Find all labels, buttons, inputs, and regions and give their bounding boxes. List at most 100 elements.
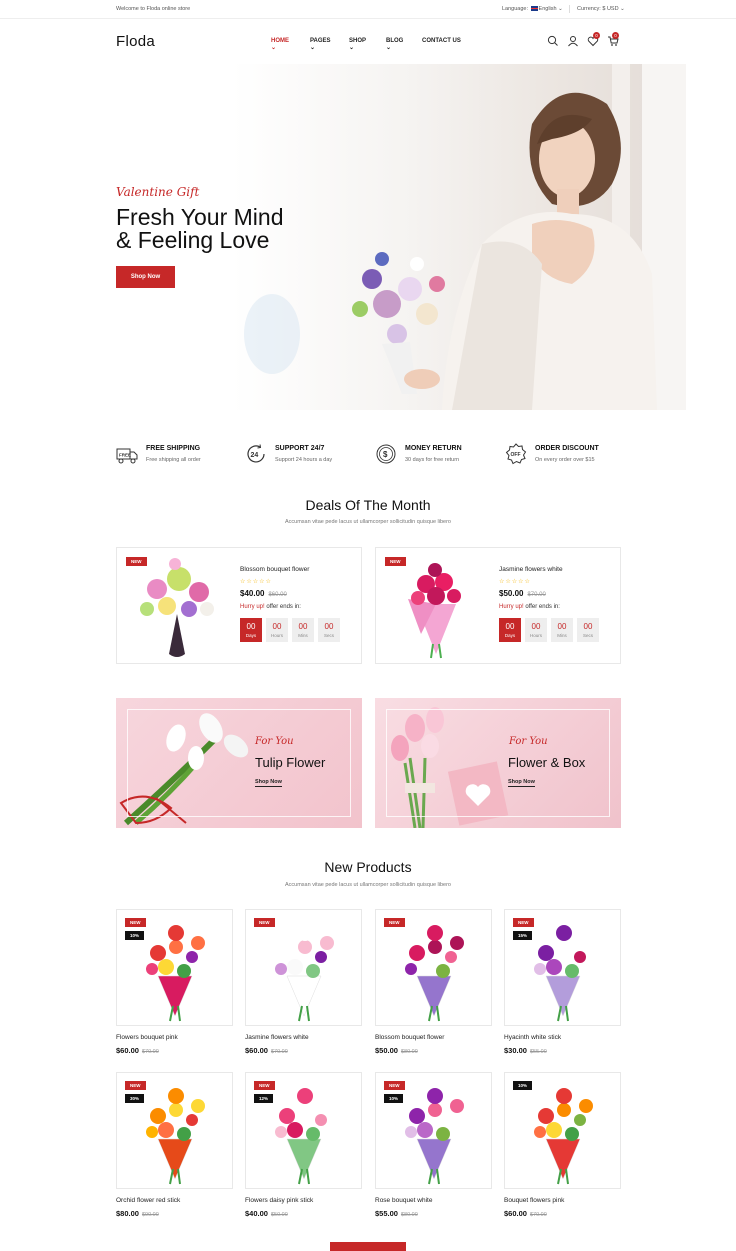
product-price: $60.00 $70.00: [245, 1046, 288, 1055]
svg-text:OFF: OFF: [511, 452, 521, 458]
timer-secs: 00 Secs: [318, 618, 340, 642]
product-name[interactable]: Hyacinth white stick: [504, 1034, 561, 1041]
new-products-subtitle: Accumsan vitae pede lacus ut ullamcorper…: [284, 882, 451, 888]
price-old: $50.00: [270, 1212, 288, 1218]
features-strip: FREE FREE SHIPPING Free shipping all ord…: [0, 440, 736, 470]
deal-card[interactable]: NEW Jasmine flowers white ☆☆☆☆☆ $50.00 $7…: [375, 547, 621, 664]
banner-kicker: For You: [255, 736, 294, 747]
product-name[interactable]: Orchid flower red stick: [116, 1197, 180, 1204]
timer-label: Days: [245, 633, 257, 638]
product-name[interactable]: Flowers daisy pink stick: [245, 1197, 313, 1204]
rating-stars: ☆☆☆☆☆: [240, 579, 272, 585]
nav-shop[interactable]: SHOP ⌄: [349, 38, 366, 51]
deal-product-name[interactable]: Blossom bouquet flower: [240, 566, 309, 573]
price-current: $40.00: [245, 1209, 268, 1218]
nav-home[interactable]: HOME ⌄: [271, 38, 289, 51]
language-label: Language:: [502, 6, 528, 12]
deals-title: Deals Of The Month: [305, 497, 431, 513]
new-badge: NEW: [384, 918, 405, 927]
deals-subtitle: Accumsan vitae pede lacus ut ullamcorper…: [284, 519, 451, 525]
banner-title: Flower & Box: [508, 755, 586, 770]
timer-value: 00: [272, 622, 282, 631]
top-bar: Welcome to Floda online store Language: …: [0, 0, 736, 19]
cart-count-badge: 0: [612, 32, 619, 39]
new-badge: NEW: [513, 918, 534, 927]
nav-pages[interactable]: PAGES ⌄: [310, 38, 331, 51]
discount-badge: 12%: [254, 1094, 274, 1103]
price-old: $60.00: [268, 592, 287, 598]
search-icon[interactable]: [547, 35, 559, 47]
product-image: [146, 925, 205, 1022]
product-image: [408, 563, 461, 659]
uk-flag-icon: [530, 6, 538, 11]
product-image: [275, 1088, 334, 1185]
product-name[interactable]: Bouquet flowers pink: [504, 1197, 564, 1204]
price-current: $55.00: [375, 1209, 398, 1218]
timer-secs: 00 Secs: [577, 618, 599, 642]
timer-value: 00: [298, 622, 308, 631]
discount-badge: 10%: [513, 1081, 533, 1090]
banner-shop-now-link[interactable]: Shop Now: [508, 779, 535, 787]
svg-text:FREE: FREE: [119, 453, 131, 458]
product-price: $50.00 $80.00: [375, 1046, 418, 1055]
price-old: $80.00: [400, 1212, 418, 1218]
product-price: $55.00 $80.00: [375, 1209, 418, 1218]
currency-label: Currency:: [577, 6, 601, 12]
price-current: $60.00: [116, 1046, 139, 1055]
deal-card[interactable]: NEW Blossom bouquet flower ☆☆☆☆☆ $40.00 $…: [116, 547, 362, 664]
product-name[interactable]: Rose bouquet white: [375, 1197, 432, 1204]
language-selector[interactable]: Language: English ⌄: [502, 6, 563, 12]
hurry-label: Hurry up!: [240, 604, 265, 610]
svg-text:24: 24: [251, 452, 259, 459]
price-current: $40.00: [240, 589, 265, 598]
feature-desc: Support 24 hours a day: [275, 457, 333, 463]
product-image: [140, 558, 214, 657]
language-value: English: [538, 6, 557, 12]
price-old: $70.00: [141, 1049, 159, 1055]
product-name[interactable]: Flowers bouquet pink: [116, 1034, 178, 1041]
deal-product-name[interactable]: Jasmine flowers white: [499, 566, 563, 573]
timer-mins: 00 Mins: [292, 618, 314, 642]
banner-flower-box[interactable]: For You Flower & Box Shop Now: [375, 698, 621, 828]
hero-shop-now-button[interactable]: Shop Now: [116, 266, 175, 288]
nav-blog[interactable]: BLOG ⌄: [386, 38, 403, 51]
timer-value: 00: [246, 622, 256, 631]
topbar-divider: [569, 5, 570, 13]
product-image: [534, 925, 593, 1022]
nav-contact[interactable]: CONTACT US: [422, 38, 461, 44]
product-image: [405, 925, 464, 1022]
load-more-button[interactable]: [330, 1242, 406, 1251]
chevron-down-icon: ⌄: [310, 45, 316, 51]
chevron-down-icon: ⌄: [271, 45, 277, 51]
main-header: Floda HOME ⌄ PAGES ⌄ SHOP ⌄ BLOG ⌄ CONTA…: [0, 20, 736, 64]
logo[interactable]: Floda: [116, 33, 155, 50]
hero-slider: Valentine Gift Fresh Your Mind & Feeling…: [0, 64, 736, 410]
price-current: $50.00: [375, 1046, 398, 1055]
banner-tulip[interactable]: For You Tulip Flower Shop Now: [116, 698, 362, 828]
chevron-down-icon: ⌄: [349, 45, 355, 51]
hurry-text: Hurry up! offer ends in:: [240, 604, 301, 610]
timer-label: Secs: [582, 633, 593, 638]
price-old: $80.00: [400, 1049, 418, 1055]
timer-label: Hours: [270, 633, 283, 638]
feature-title: SUPPORT 24/7: [275, 445, 325, 452]
welcome-text: Welcome to Floda online store: [116, 6, 191, 12]
feature-title: MONEY RETURN: [405, 445, 462, 452]
product-price: $80.00 $90.00: [116, 1209, 159, 1218]
product-name[interactable]: Blossom bouquet flower: [375, 1034, 444, 1041]
product-name[interactable]: Jasmine flowers white: [245, 1034, 309, 1041]
currency-selector[interactable]: Currency: $ USD ⌄: [577, 6, 625, 12]
feature-title: FREE SHIPPING: [146, 445, 201, 452]
timer-hours: 00 Hours: [266, 618, 288, 642]
banner-title: Tulip Flower: [255, 755, 326, 770]
product-price: $30.00 $55.00: [504, 1046, 547, 1055]
timer-label: Secs: [323, 633, 334, 638]
timer-hours: 00 Hours: [525, 618, 547, 642]
product-image: [275, 925, 334, 1022]
banner-shop-now-link[interactable]: Shop Now: [255, 779, 282, 787]
price-old: $70.00: [529, 1212, 547, 1218]
user-icon[interactable]: [567, 35, 579, 47]
offer-text: offer ends in:: [264, 604, 301, 610]
timer-value: 00: [583, 622, 593, 631]
discount-badge: 10%: [125, 931, 145, 940]
